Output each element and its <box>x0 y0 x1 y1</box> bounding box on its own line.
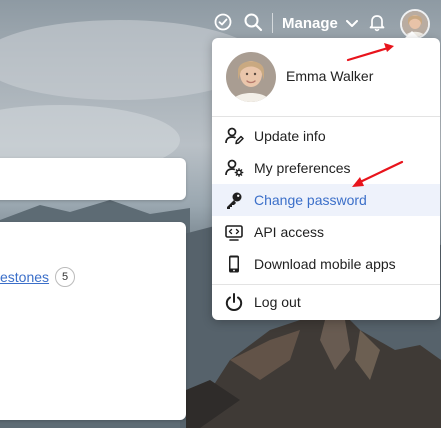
key-icon <box>224 190 244 210</box>
divider <box>212 116 440 117</box>
clock-check-icon[interactable] <box>213 12 233 32</box>
search-panel <box>0 158 186 200</box>
menu-item-download-mobile-apps[interactable]: Download mobile apps <box>212 248 440 280</box>
menu-item-label: Update info <box>254 128 326 144</box>
menu-item-label: My preferences <box>254 160 351 176</box>
manage-menu-button[interactable]: Manage <box>282 12 358 34</box>
menu-item-label: API access <box>254 224 325 240</box>
divider <box>212 284 440 285</box>
menu-item-log-out[interactable]: Log out <box>212 286 440 318</box>
bell-icon[interactable] <box>367 12 387 32</box>
user-settings-icon <box>224 158 244 178</box>
menu-item-change-password[interactable]: Change password <box>212 184 440 216</box>
api-icon <box>224 222 244 242</box>
menu-item-api-access[interactable]: API access <box>212 216 440 248</box>
menu-item-label: Change password <box>254 192 367 208</box>
menu-item-my-preferences[interactable]: My preferences <box>212 152 440 184</box>
menu-item-label: Download mobile apps <box>254 256 396 272</box>
profile-dropdown: Emma Walker Update info My preferences C… <box>212 38 440 320</box>
menu-item-update-info[interactable]: Update info <box>212 120 440 152</box>
milestones-count-badge: 5 <box>55 267 75 287</box>
chevron-down-icon <box>345 15 358 32</box>
topbar-divider <box>272 13 273 33</box>
avatar <box>226 52 276 102</box>
project-card <box>0 222 186 420</box>
power-icon <box>224 292 244 312</box>
mobile-icon <box>224 254 244 274</box>
manage-label: Manage <box>282 14 338 32</box>
user-name: Emma Walker <box>286 68 374 84</box>
menu-item-label: Log out <box>254 294 301 310</box>
profile-header: Emma Walker <box>212 38 440 116</box>
user-edit-icon <box>224 126 244 146</box>
search-icon[interactable] <box>243 12 263 32</box>
milestones-link[interactable]: estones <box>0 269 49 285</box>
